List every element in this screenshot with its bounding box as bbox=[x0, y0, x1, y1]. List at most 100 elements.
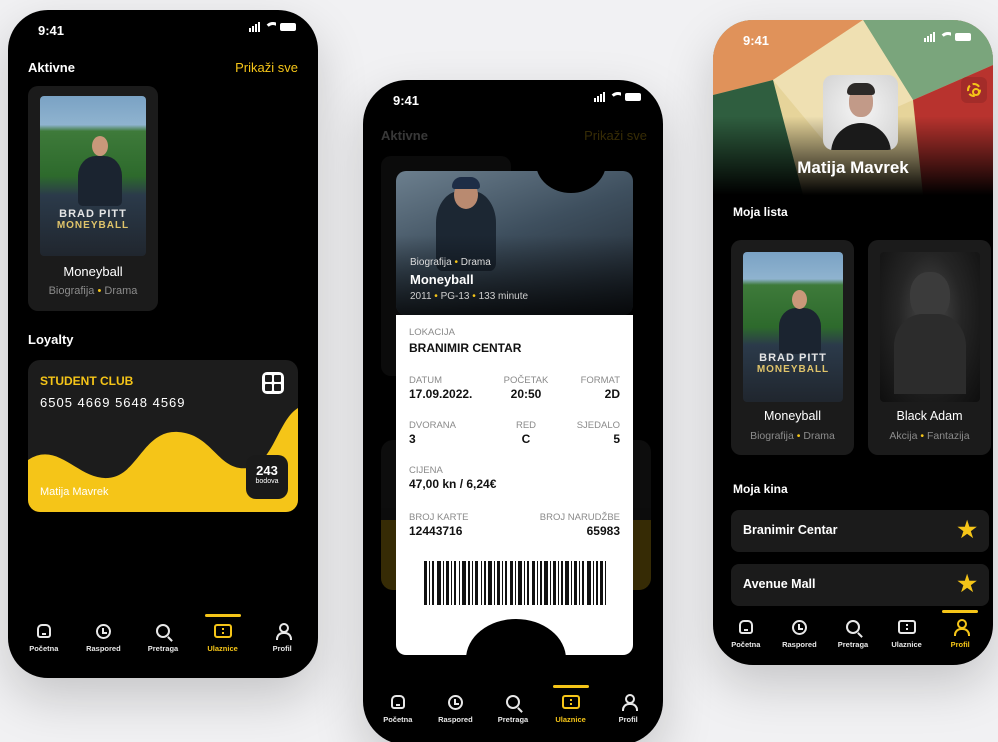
date-value: 17.09.2022. bbox=[409, 387, 473, 401]
moneyball-poster: BRAD PITT MONEYBALL bbox=[40, 96, 146, 256]
user-icon bbox=[953, 618, 971, 636]
wifi-icon bbox=[609, 92, 621, 102]
signal-icon bbox=[249, 22, 260, 32]
tab-profil[interactable]: Profil bbox=[934, 610, 986, 649]
movie-genres: Biografija • Drama bbox=[48, 285, 138, 297]
start-value: 20:50 bbox=[510, 387, 542, 401]
tab-pretraga[interactable]: Pretraga bbox=[487, 693, 539, 724]
black-adam-poster bbox=[880, 252, 980, 402]
battery-icon bbox=[955, 33, 971, 41]
signal-icon bbox=[924, 32, 935, 42]
cinema-name: Branimir Centar bbox=[743, 523, 838, 537]
movie-title: Moneyball bbox=[63, 264, 123, 279]
price-value: 47,00 kn / 6,24€ bbox=[409, 477, 497, 491]
battery-icon bbox=[625, 93, 641, 101]
tab-raspored[interactable]: Raspored bbox=[773, 618, 825, 649]
start-label: POČETAK bbox=[503, 375, 549, 386]
location-label: LOKACIJA bbox=[409, 327, 455, 338]
tab-pretraga[interactable]: Pretraga bbox=[827, 618, 879, 649]
ticket-movie-meta: 2011 • PG-13 • 133 minute bbox=[410, 291, 529, 302]
user-icon bbox=[621, 693, 639, 711]
search-icon bbox=[505, 695, 520, 709]
clock-icon bbox=[95, 623, 111, 639]
qr-code-icon[interactable] bbox=[262, 372, 284, 394]
tab-pocetna[interactable]: Početna bbox=[18, 622, 70, 653]
location-value: BRANIMIR CENTAR bbox=[409, 341, 522, 355]
status-bar: 9:41 bbox=[713, 20, 993, 60]
cinema-name: Avenue Mall bbox=[743, 577, 816, 591]
profile-name: Matija Mavrek bbox=[797, 158, 909, 177]
tab-ulaznice[interactable]: Ulaznice bbox=[197, 614, 249, 653]
watchlist-card-black-adam[interactable]: Black Adam Akcija • Fantazija bbox=[868, 240, 991, 455]
watchlist-card-moneyball[interactable]: BRAD PITT MONEYBALL Moneyball Biografija… bbox=[731, 240, 854, 455]
tab-ulaznice[interactable]: Ulaznice bbox=[881, 618, 933, 649]
battery-icon bbox=[280, 23, 296, 31]
points-badge: 243 bodova bbox=[246, 455, 288, 499]
date-label: DATUM bbox=[409, 375, 443, 386]
movie-title: Black Adam bbox=[896, 409, 963, 423]
ticket-icon bbox=[561, 695, 580, 709]
movie-genres: Akcija • Fantazija bbox=[889, 430, 970, 442]
tab-bar: Početna Raspored Pretraga Ulaznice Profi… bbox=[8, 614, 318, 653]
tab-pretraga[interactable]: Pretraga bbox=[137, 622, 189, 653]
ticket-number-label: BROJ KARTE bbox=[409, 512, 469, 523]
ticket-icon bbox=[213, 624, 232, 638]
price-label: CIJENA bbox=[409, 465, 443, 476]
moneyball-poster: BRAD PITT MONEYBALL bbox=[743, 252, 843, 402]
home-icon bbox=[36, 624, 51, 638]
status-time: 9:41 bbox=[393, 93, 420, 108]
tab-profil[interactable]: Profil bbox=[256, 622, 308, 653]
tab-bar: Početna Raspored Pretraga Ulaznice Profi… bbox=[363, 685, 663, 724]
status-time: 9:41 bbox=[743, 33, 770, 48]
section-title-my-cinemas: Moja kina bbox=[733, 482, 788, 496]
search-icon bbox=[845, 620, 860, 634]
cinema-item[interactable]: Avenue Mall ★ bbox=[731, 564, 989, 606]
ticket-icon bbox=[897, 620, 916, 634]
home-icon bbox=[738, 620, 753, 634]
tab-pocetna[interactable]: Početna bbox=[720, 618, 772, 649]
tab-raspored[interactable]: Raspored bbox=[429, 693, 481, 724]
ticket-number-value: 12443716 bbox=[409, 524, 463, 538]
clock-icon bbox=[791, 619, 807, 635]
settings-button[interactable] bbox=[961, 77, 987, 103]
avatar[interactable] bbox=[823, 75, 898, 150]
format-label: FORMAT bbox=[580, 375, 620, 386]
status-bar: 9:41 bbox=[8, 10, 318, 50]
clock-icon bbox=[447, 694, 463, 710]
order-number-value: 65983 bbox=[586, 524, 620, 538]
points-label: bodova bbox=[255, 478, 279, 485]
card-holder: Matija Mavrek bbox=[40, 486, 109, 498]
tab-raspored[interactable]: Raspored bbox=[77, 622, 129, 653]
phone-tickets-home: 9:41 Aktivne Prikaži sve BRAD PITT MONEY… bbox=[8, 10, 318, 678]
active-ticket-card[interactable]: BRAD PITT MONEYBALL Moneyball Biografija… bbox=[28, 86, 158, 311]
seat-label: SJEDALO bbox=[576, 420, 620, 431]
tab-profil[interactable]: Profil bbox=[602, 693, 654, 724]
tab-ulaznice[interactable]: Ulaznice bbox=[545, 685, 597, 724]
points-value: 243 bbox=[256, 463, 278, 478]
row-label: RED bbox=[515, 420, 537, 431]
show-all-link[interactable]: Prikaži sve bbox=[235, 60, 298, 75]
barcode bbox=[424, 561, 606, 605]
phone-profile: 9:41 Matija Mavrek Moja lista BRAD PITT … bbox=[713, 20, 993, 665]
tab-pocetna[interactable]: Početna bbox=[372, 693, 424, 724]
gear-icon bbox=[967, 83, 981, 97]
wifi-icon bbox=[939, 32, 951, 42]
ticket-movie-title: Moneyball bbox=[410, 272, 474, 287]
user-icon bbox=[275, 622, 293, 640]
hall-value: 3 bbox=[409, 432, 416, 446]
status-time: 9:41 bbox=[38, 23, 65, 38]
status-bar: 9:41 bbox=[363, 80, 663, 120]
seat-value: 5 bbox=[613, 432, 620, 446]
ticket-body: LOKACIJA BRANIMIR CENTAR DATUM 17.09.202… bbox=[396, 315, 633, 699]
search-icon bbox=[155, 624, 170, 638]
section-title-active: Aktivne bbox=[28, 60, 75, 75]
order-number-label: BROJ NARUDŽBE bbox=[539, 512, 620, 523]
star-icon[interactable]: ★ bbox=[957, 572, 977, 596]
section-title-my-list: Moja lista bbox=[733, 205, 788, 219]
loyalty-card[interactable]: STUDENT CLUB 6505 4669 5648 4569 Matija … bbox=[28, 360, 298, 512]
ticket-genres: Biografija • Drama bbox=[410, 257, 491, 268]
cinema-item[interactable]: Branimir Centar ★ bbox=[731, 510, 989, 552]
phone-ticket-detail: 9:41 Aktivne Prikaži sve Biografija • Dr… bbox=[363, 80, 663, 742]
star-icon[interactable]: ★ bbox=[957, 518, 977, 542]
tab-bar: Početna Raspored Pretraga Ulaznice Profi… bbox=[713, 610, 993, 649]
